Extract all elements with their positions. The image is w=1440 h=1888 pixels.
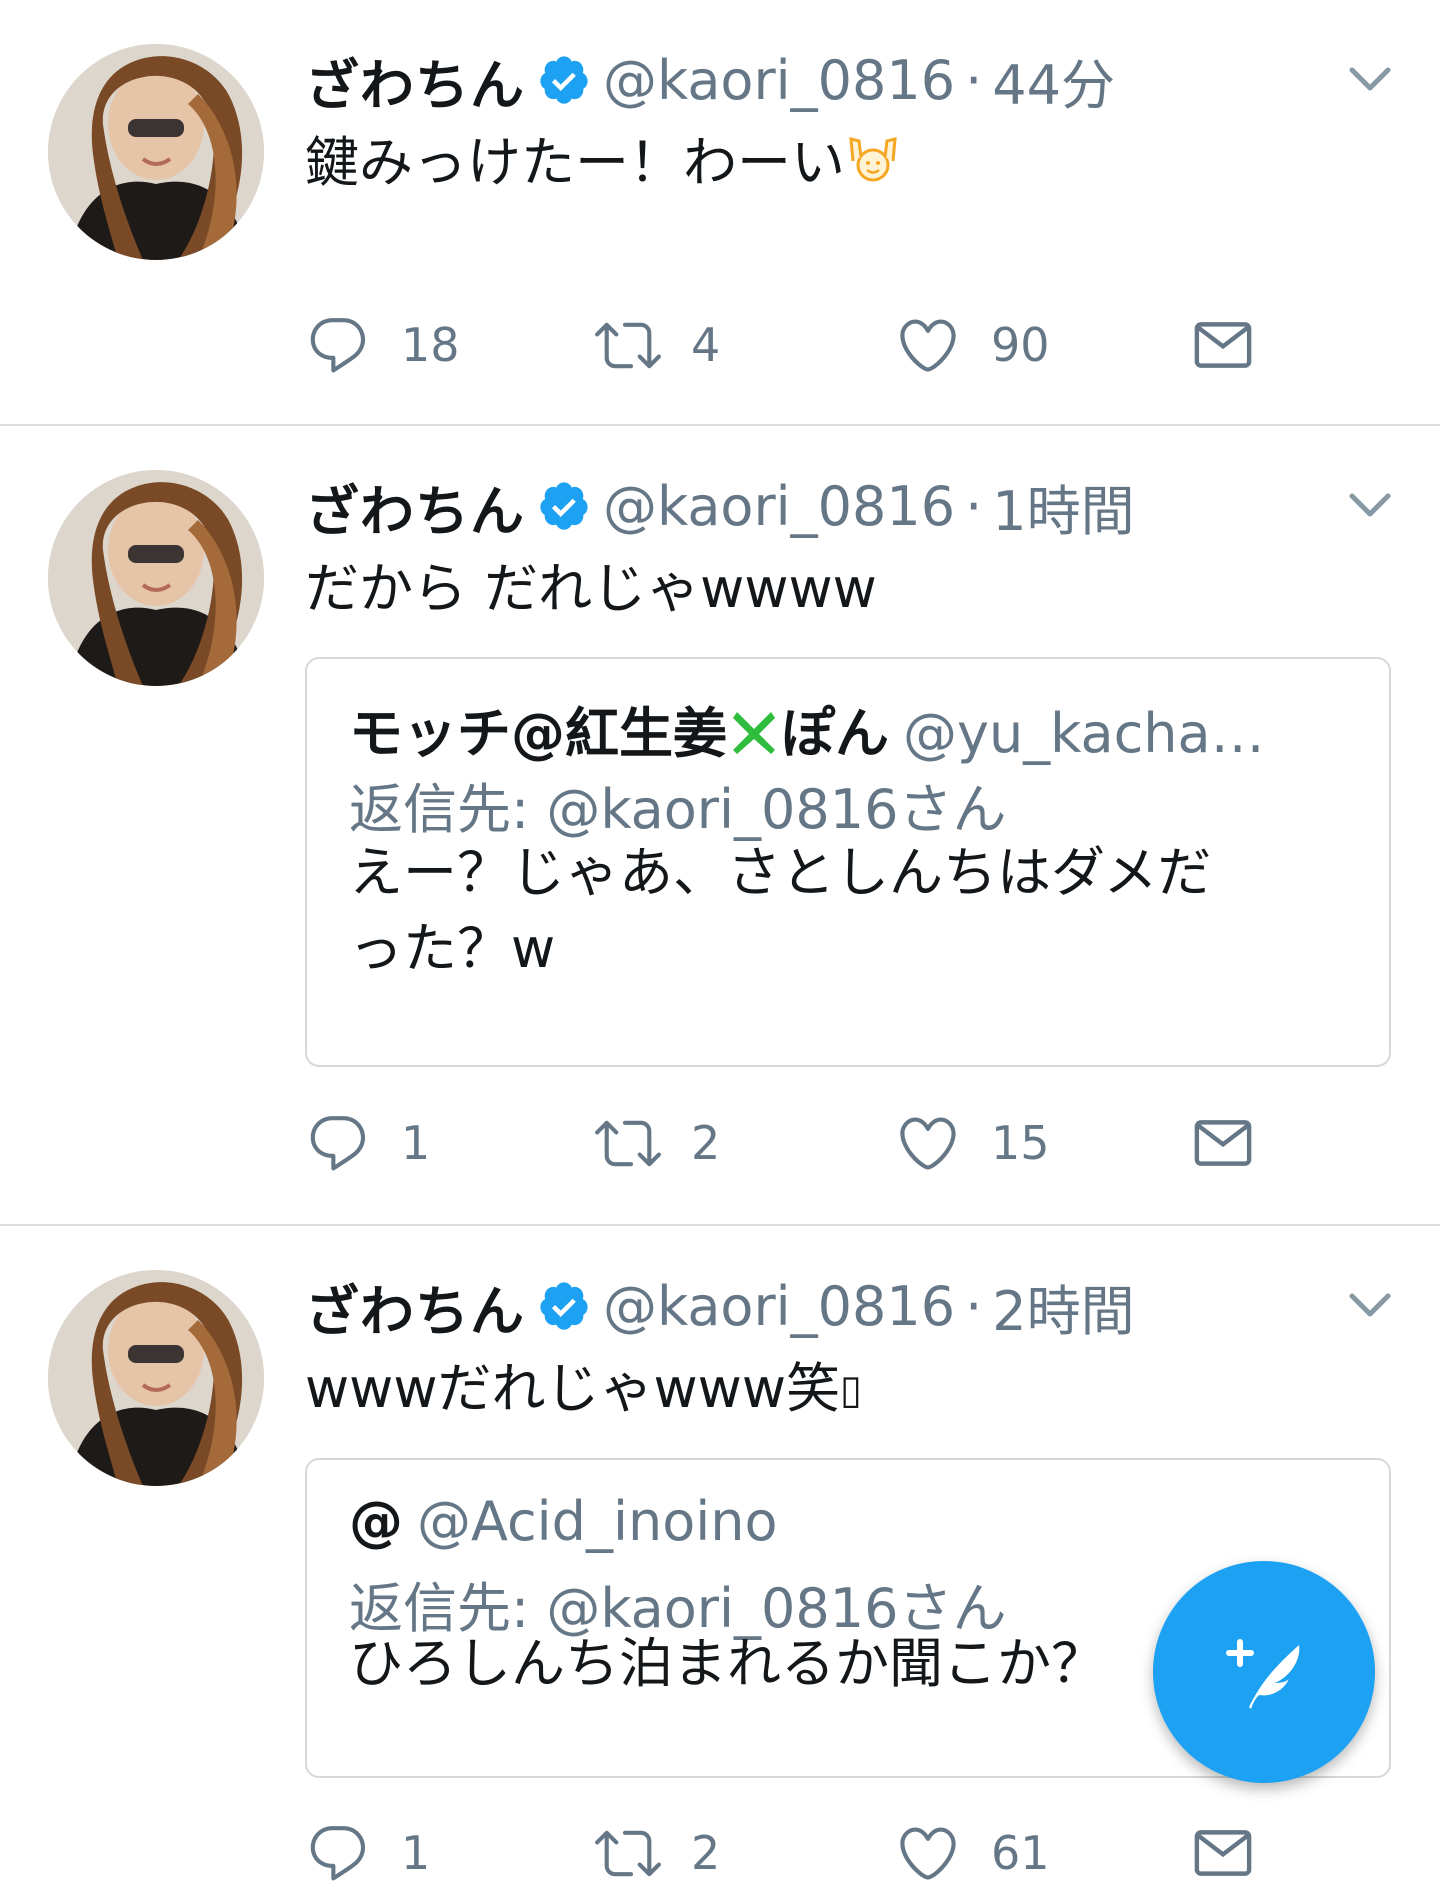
tweet-actions: 1 2 15 (305, 1108, 1305, 1178)
cross-mark-icon (727, 704, 781, 758)
like-count: 61 (991, 1826, 1050, 1880)
reply-count: 1 (401, 1826, 431, 1880)
quoted-text-line: った？w (349, 917, 556, 980)
quoted-author-name-suffix: ぽん (781, 702, 889, 765)
reply-button[interactable]: 18 (305, 310, 460, 380)
retweet-count: 2 (691, 1116, 721, 1170)
quoted-author-name-prefix: モッチ@紅生姜 (349, 702, 727, 765)
chevron-down-icon[interactable] (1346, 1286, 1394, 1326)
quoted-text-line: ひろしんち泊まれるか聞こか？ (349, 1632, 1105, 1695)
chevron-down-icon[interactable] (1346, 60, 1394, 100)
separator-dot: · (965, 1274, 983, 1338)
retweet-icon (595, 322, 661, 369)
tweet-text-content: wwwだれじゃwww笑 (305, 1357, 840, 1420)
direct-message-button[interactable] (1190, 310, 1256, 380)
quoted-tweet[interactable]: モッチ@紅生姜 ぽん @yu_kacha… 返信先: @kaori_0816さん え… (305, 657, 1391, 1067)
tweet-header: ざわちん @kaori_0816 · 44分 (305, 40, 1115, 120)
raising-hands-emoji-icon (845, 131, 901, 187)
timestamp[interactable]: 2時間 (992, 1267, 1134, 1346)
retweet-icon (595, 1120, 661, 1167)
tweet-actions: 1 2 61 (305, 1818, 1305, 1888)
separator-dot: · (965, 474, 983, 538)
author-handle[interactable]: @kaori_0816 (603, 49, 955, 112)
quoted-author-name: @ (349, 1490, 403, 1553)
retweet-button[interactable]: 2 (595, 1818, 720, 1888)
envelope-icon (1194, 1830, 1252, 1876)
author-handle[interactable]: @kaori_0816 (603, 475, 955, 538)
avatar-image (48, 1270, 264, 1486)
direct-message-button[interactable] (1190, 1108, 1256, 1178)
reply-count: 18 (401, 318, 460, 372)
reply-icon (310, 1116, 366, 1171)
avatar-image (48, 470, 264, 686)
quoted-author-name: モッチ@紅生姜 ぽん (349, 702, 889, 765)
heart-icon (900, 1827, 956, 1880)
verified-badge-icon (537, 1279, 591, 1333)
like-button[interactable]: 61 (895, 1818, 1050, 1888)
retweet-button[interactable]: 4 (595, 310, 720, 380)
avatar-image (48, 44, 264, 260)
tweet[interactable]: ざわちん @kaori_0816 · 1時間 だから だれじゃwwww モッチ@… (0, 426, 1440, 1226)
reply-icon (310, 318, 366, 373)
reply-button[interactable]: 1 (305, 1108, 430, 1178)
tweet-header: ざわちん @kaori_0816 · 1時間 (305, 466, 1135, 546)
timestamp[interactable]: 1時間 (992, 467, 1134, 546)
heart-icon (900, 319, 956, 372)
quoted-text-line: えー？じゃあ、さとしんちはダメだ (349, 841, 1212, 904)
retweet-icon (595, 1830, 661, 1877)
quoted-tweet-header: @ @Acid_inoino (349, 1490, 778, 1553)
tweet-text: 鍵みっけたー！わーい (305, 118, 901, 197)
verified-badge-icon (537, 479, 591, 533)
quoted-tweet-header: モッチ@紅生姜 ぽん @yu_kacha… (349, 689, 1265, 768)
retweet-button[interactable]: 2 (595, 1108, 720, 1178)
timestamp[interactable]: 44分 (992, 41, 1115, 120)
compose-tweet-icon (1226, 1639, 1300, 1709)
envelope-icon (1194, 322, 1252, 368)
tweet[interactable]: ざわちん @kaori_0816 · 2時間 wwwだれじゃwww笑▯ @ @Ac… (0, 1226, 1440, 1886)
like-button[interactable]: 15 (895, 1108, 1050, 1178)
tweet[interactable]: ざわちん @kaori_0816 · 44分 鍵みっけたー！わーい 18 4 9… (0, 0, 1440, 426)
tweet-text: wwwだれじゃwww笑▯ (305, 1344, 862, 1423)
tweet-text-content: 鍵みっけたー！わーい (305, 131, 845, 194)
verified-badge-icon (537, 53, 591, 107)
author-handle[interactable]: @kaori_0816 (603, 1275, 955, 1338)
reply-icon (310, 1826, 366, 1881)
tweet-actions: 18 4 90 (305, 310, 1305, 380)
like-count: 15 (991, 1116, 1050, 1170)
envelope-icon (1194, 1120, 1252, 1166)
compose-tweet-button[interactable] (1153, 1561, 1375, 1783)
quoted-author-handle: @yu_kacha… (903, 702, 1265, 765)
tweet-text: だから だれじゃwwww (305, 557, 877, 620)
retweet-count: 4 (691, 318, 721, 372)
missing-glyph: ▯ (840, 1367, 863, 1413)
tweet-header: ざわちん @kaori_0816 · 2時間 (305, 1266, 1135, 1346)
reply-to-label: 返信先: @kaori_0816さん (349, 778, 1007, 841)
timeline: ざわちん @kaori_0816 · 44分 鍵みっけたー！わーい 18 4 9… (0, 0, 1440, 1881)
direct-message-button[interactable] (1190, 1818, 1256, 1888)
avatar[interactable] (48, 44, 264, 260)
retweet-count: 2 (691, 1826, 721, 1880)
chevron-down-icon[interactable] (1346, 486, 1394, 526)
heart-icon (900, 1117, 956, 1170)
avatar[interactable] (48, 470, 264, 686)
like-button[interactable]: 90 (895, 310, 1050, 380)
separator-dot: · (965, 48, 983, 112)
author-name[interactable]: ざわちん (305, 1267, 525, 1346)
quoted-author-handle: @Acid_inoino (417, 1490, 778, 1553)
avatar[interactable] (48, 1270, 264, 1486)
author-name[interactable]: ざわちん (305, 467, 525, 546)
reply-button[interactable]: 1 (305, 1818, 430, 1888)
reply-count: 1 (401, 1116, 431, 1170)
like-count: 90 (991, 318, 1050, 372)
author-name[interactable]: ざわちん (305, 41, 525, 120)
